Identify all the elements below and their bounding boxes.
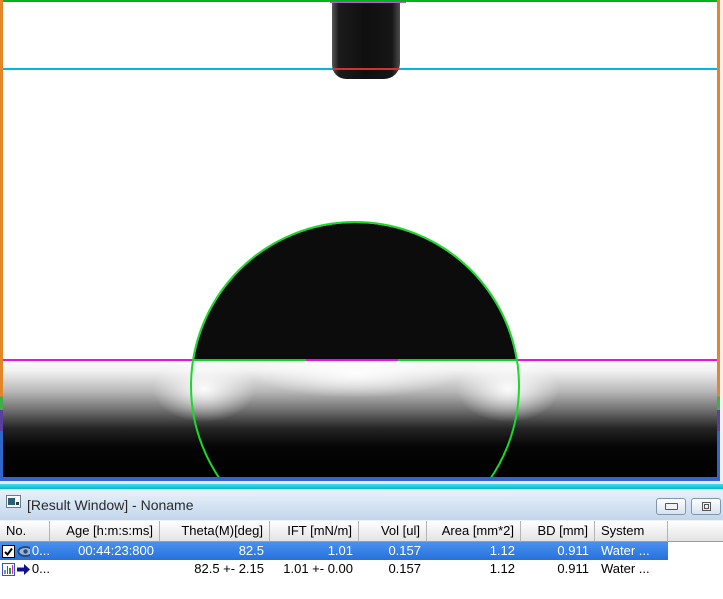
column-header-system[interactable]: System [595,521,668,542]
row-selection-highlight: 0... 00:44:23:800 82.5 1.01 0.157 1.12 0… [0,542,668,560]
result-window-title: [Result Window] - Noname [27,489,194,521]
column-header-area[interactable]: Area [mm*2] [427,521,521,542]
chart-bar [12,565,14,574]
chart-window-icon [8,497,19,506]
substrate-surface [0,356,723,477]
sessile-drop [192,223,518,361]
cell-blank [668,542,723,560]
needle-top-marker-overlay [330,0,406,3]
column-header-vol[interactable]: Vol [ul] [359,521,427,542]
results-table-header: No. Age [h:m:s:ms] Theta(M)[deg] IFT [mN… [0,521,723,542]
restore-icon [702,502,711,511]
statistics-chart-icon [2,563,15,576]
sessile-drop-silhouette [192,223,518,361]
chart-bar [4,570,6,574]
cell-theta: 82.5 +- 2.15 [160,560,270,578]
row-body: 0... 82.5 +- 2.15 1.01 +- 0.00 0.157 1.1… [0,560,668,578]
cell-system: Water ... [595,560,668,578]
cell-area: 1.12 [427,542,521,560]
cell-ift: 1.01 +- 0.00 [270,560,359,578]
arrow-right-icon [17,563,30,576]
result-row-statistics[interactable]: 0... 82.5 +- 2.15 1.01 +- 0.00 0.157 1.1… [0,560,723,578]
result-window-icon[interactable] [6,495,21,508]
cell-bd: 0.911 [521,560,595,578]
chart-bar [9,568,11,574]
row-checkbox-checked[interactable] [2,545,15,558]
result-row-selected[interactable]: 0... 00:44:23:800 82.5 1.01 0.157 1.12 0… [0,542,723,560]
row-number: 0... [32,560,50,578]
column-header-theta[interactable]: Theta(M)[deg] [160,521,270,542]
column-header-bd[interactable]: BD [mm] [521,521,595,542]
result-window-titlebar[interactable]: [Result Window] - Noname [0,489,723,521]
row-number: 0... [32,542,50,560]
cell-age [50,560,160,578]
minimize-icon [665,503,678,510]
row-no-cell: 0... [0,560,50,578]
results-table-empty-area [0,578,723,599]
cell-blank [668,560,723,578]
results-table: No. Age [h:m:s:ms] Theta(M)[deg] IFT [mN… [0,521,723,578]
column-header-age[interactable]: Age [h:m:s:ms] [50,521,160,542]
checkmark-icon [3,546,14,557]
roi-edge-left [0,0,3,481]
dosing-needle [332,0,400,79]
cell-bd: 0.911 [521,542,595,560]
row-no-cell: 0... [0,542,50,560]
cell-ift: 1.01 [270,542,359,560]
chart-bar [7,566,9,574]
column-header-ift[interactable]: IFT [mN/m] [270,521,359,542]
cell-vol: 0.157 [359,560,427,578]
cell-system: Water ... [595,542,668,560]
minimize-button[interactable] [656,498,686,515]
eye-icon [17,546,30,557]
cell-vol: 0.157 [359,542,427,560]
column-header-no[interactable]: No. [0,521,50,542]
cell-theta: 82.5 [160,542,270,560]
restore-button[interactable] [691,498,721,515]
cell-age: 00:44:23:800 [50,542,160,560]
column-header-blank [668,521,723,542]
drop-image-view[interactable] [0,0,723,481]
cell-area: 1.12 [427,560,521,578]
